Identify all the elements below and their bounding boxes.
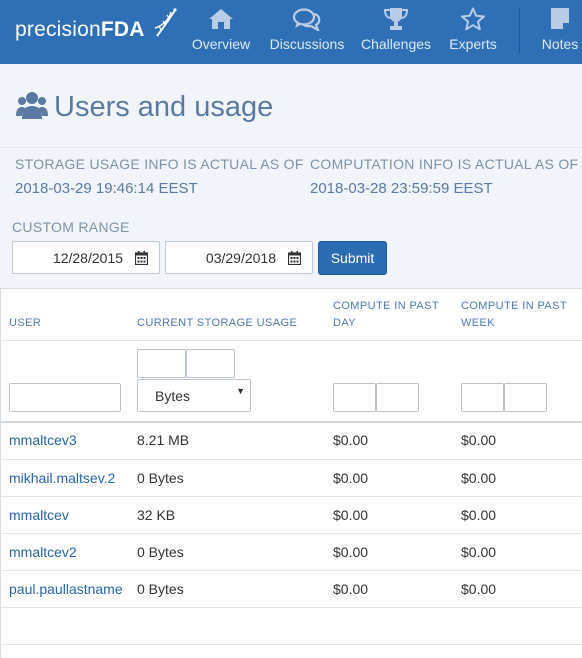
nav-notes[interactable]: Notes xyxy=(532,0,582,64)
compute-info-label: COMPUTATION INFO IS ACTUAL AS OF xyxy=(310,156,579,172)
compute-week-cell: $0.00 xyxy=(461,507,497,523)
table-bottom-line xyxy=(0,644,582,645)
header-divider xyxy=(0,147,582,148)
nav-notes-label: Notes xyxy=(541,36,579,52)
storage-max-input[interactable] xyxy=(186,349,235,378)
start-date-value: 12/28/2015 xyxy=(52,250,123,266)
user-filter-input[interactable] xyxy=(9,383,121,412)
compute-day-cell: $0.00 xyxy=(333,432,369,448)
nav-discussions-label: Discussions xyxy=(269,36,345,52)
storage-cell: 8.21 MB xyxy=(137,432,190,448)
compute-week-min-input[interactable] xyxy=(461,383,504,412)
brand-logo[interactable]: precisionFDA xyxy=(15,8,177,46)
end-date-value: 03/29/2018 xyxy=(205,250,276,266)
nav-experts[interactable]: Experts xyxy=(442,0,504,64)
calendar-icon xyxy=(288,251,301,265)
compute-week-cell: $0.00 xyxy=(461,544,497,560)
storage-cell: 0 Bytes xyxy=(137,470,184,486)
nav-experts-label: Experts xyxy=(449,36,497,52)
compute-info-value: 2018-03-28 23:59:59 EEST xyxy=(310,180,493,197)
user-link[interactable]: mikhail.maltsev.2 xyxy=(9,470,115,486)
header-storage[interactable]: CURRENT STORAGE USAGE xyxy=(137,315,297,332)
header-user[interactable]: USER xyxy=(9,315,41,332)
row-divider xyxy=(0,459,582,460)
storage-unit-value: Bytes xyxy=(155,388,191,404)
page-title: Users and usage xyxy=(54,91,274,123)
nav-overview[interactable]: Overview xyxy=(186,0,256,64)
compute-week-cell: $0.00 xyxy=(461,581,497,597)
nav-challenges-label: Challenges xyxy=(360,36,432,52)
compute-week-cell: $0.00 xyxy=(461,432,497,448)
dna-helix-icon xyxy=(154,8,177,37)
submit-button[interactable]: Submit xyxy=(318,241,387,275)
brand-name-light: precision xyxy=(15,18,101,41)
compute-day-cell: $0.00 xyxy=(333,470,369,486)
storage-cell: 0 Bytes xyxy=(137,544,184,560)
header-compute-day-line1[interactable]: COMPUTE IN PAST xyxy=(333,298,439,315)
compute-week-cell: $0.00 xyxy=(461,470,497,486)
custom-range-label: CUSTOM RANGE xyxy=(12,219,130,235)
filter-divider-line xyxy=(0,421,582,423)
row-divider xyxy=(0,607,582,608)
start-date-input[interactable]: 12/28/2015 xyxy=(12,241,160,274)
top-navbar: precisionFDA Overview Discussions Challe… xyxy=(0,0,582,64)
compute-week-max-input[interactable] xyxy=(504,383,547,412)
row-divider xyxy=(0,570,582,571)
user-link[interactable]: mmaltcev3 xyxy=(9,432,77,448)
calendar-icon xyxy=(135,251,148,265)
user-link[interactable]: mmaltcev2 xyxy=(9,544,77,560)
storage-cell: 32 KB xyxy=(137,507,176,523)
end-date-input[interactable]: 03/29/2018 xyxy=(165,241,313,274)
nav-discussions[interactable]: Discussions xyxy=(266,0,348,64)
storage-info-value: 2018-03-29 19:46:14 EEST xyxy=(15,180,198,197)
users-icon xyxy=(16,92,48,119)
star-icon xyxy=(461,7,485,31)
trophy-icon xyxy=(383,8,409,30)
home-icon xyxy=(209,9,233,29)
row-divider xyxy=(0,496,582,497)
row-divider xyxy=(0,533,582,534)
compute-day-cell: $0.00 xyxy=(333,507,369,523)
note-icon xyxy=(551,8,569,29)
storage-info-label: STORAGE USAGE INFO IS ACTUAL AS OF xyxy=(15,156,304,172)
nav-overview-label: Overview xyxy=(191,36,251,52)
brand-name-bold: FDA xyxy=(100,18,145,41)
compute-day-cell: $0.00 xyxy=(333,544,369,560)
user-link[interactable]: paul.paullastname xyxy=(9,581,123,597)
comments-icon xyxy=(292,8,321,31)
storage-min-input[interactable] xyxy=(137,349,186,378)
compute-day-max-input[interactable] xyxy=(376,383,419,412)
header-compute-week-line2[interactable]: WEEK xyxy=(461,315,495,332)
nav-divider xyxy=(519,8,520,54)
nav-challenges[interactable]: Challenges xyxy=(358,0,434,64)
user-link[interactable]: mmaltcev xyxy=(9,507,69,523)
compute-day-cell: $0.00 xyxy=(333,581,369,597)
header-compute-day-line2[interactable]: DAY xyxy=(333,315,356,332)
header-compute-week-line1[interactable]: COMPUTE IN PAST xyxy=(461,298,567,315)
compute-day-min-input[interactable] xyxy=(333,383,376,412)
header-divider-line xyxy=(0,340,582,341)
storage-unit-select[interactable]: Bytes ▼ xyxy=(137,379,251,412)
chevron-down-icon: ▼ xyxy=(236,386,245,396)
storage-cell: 0 Bytes xyxy=(137,581,184,597)
